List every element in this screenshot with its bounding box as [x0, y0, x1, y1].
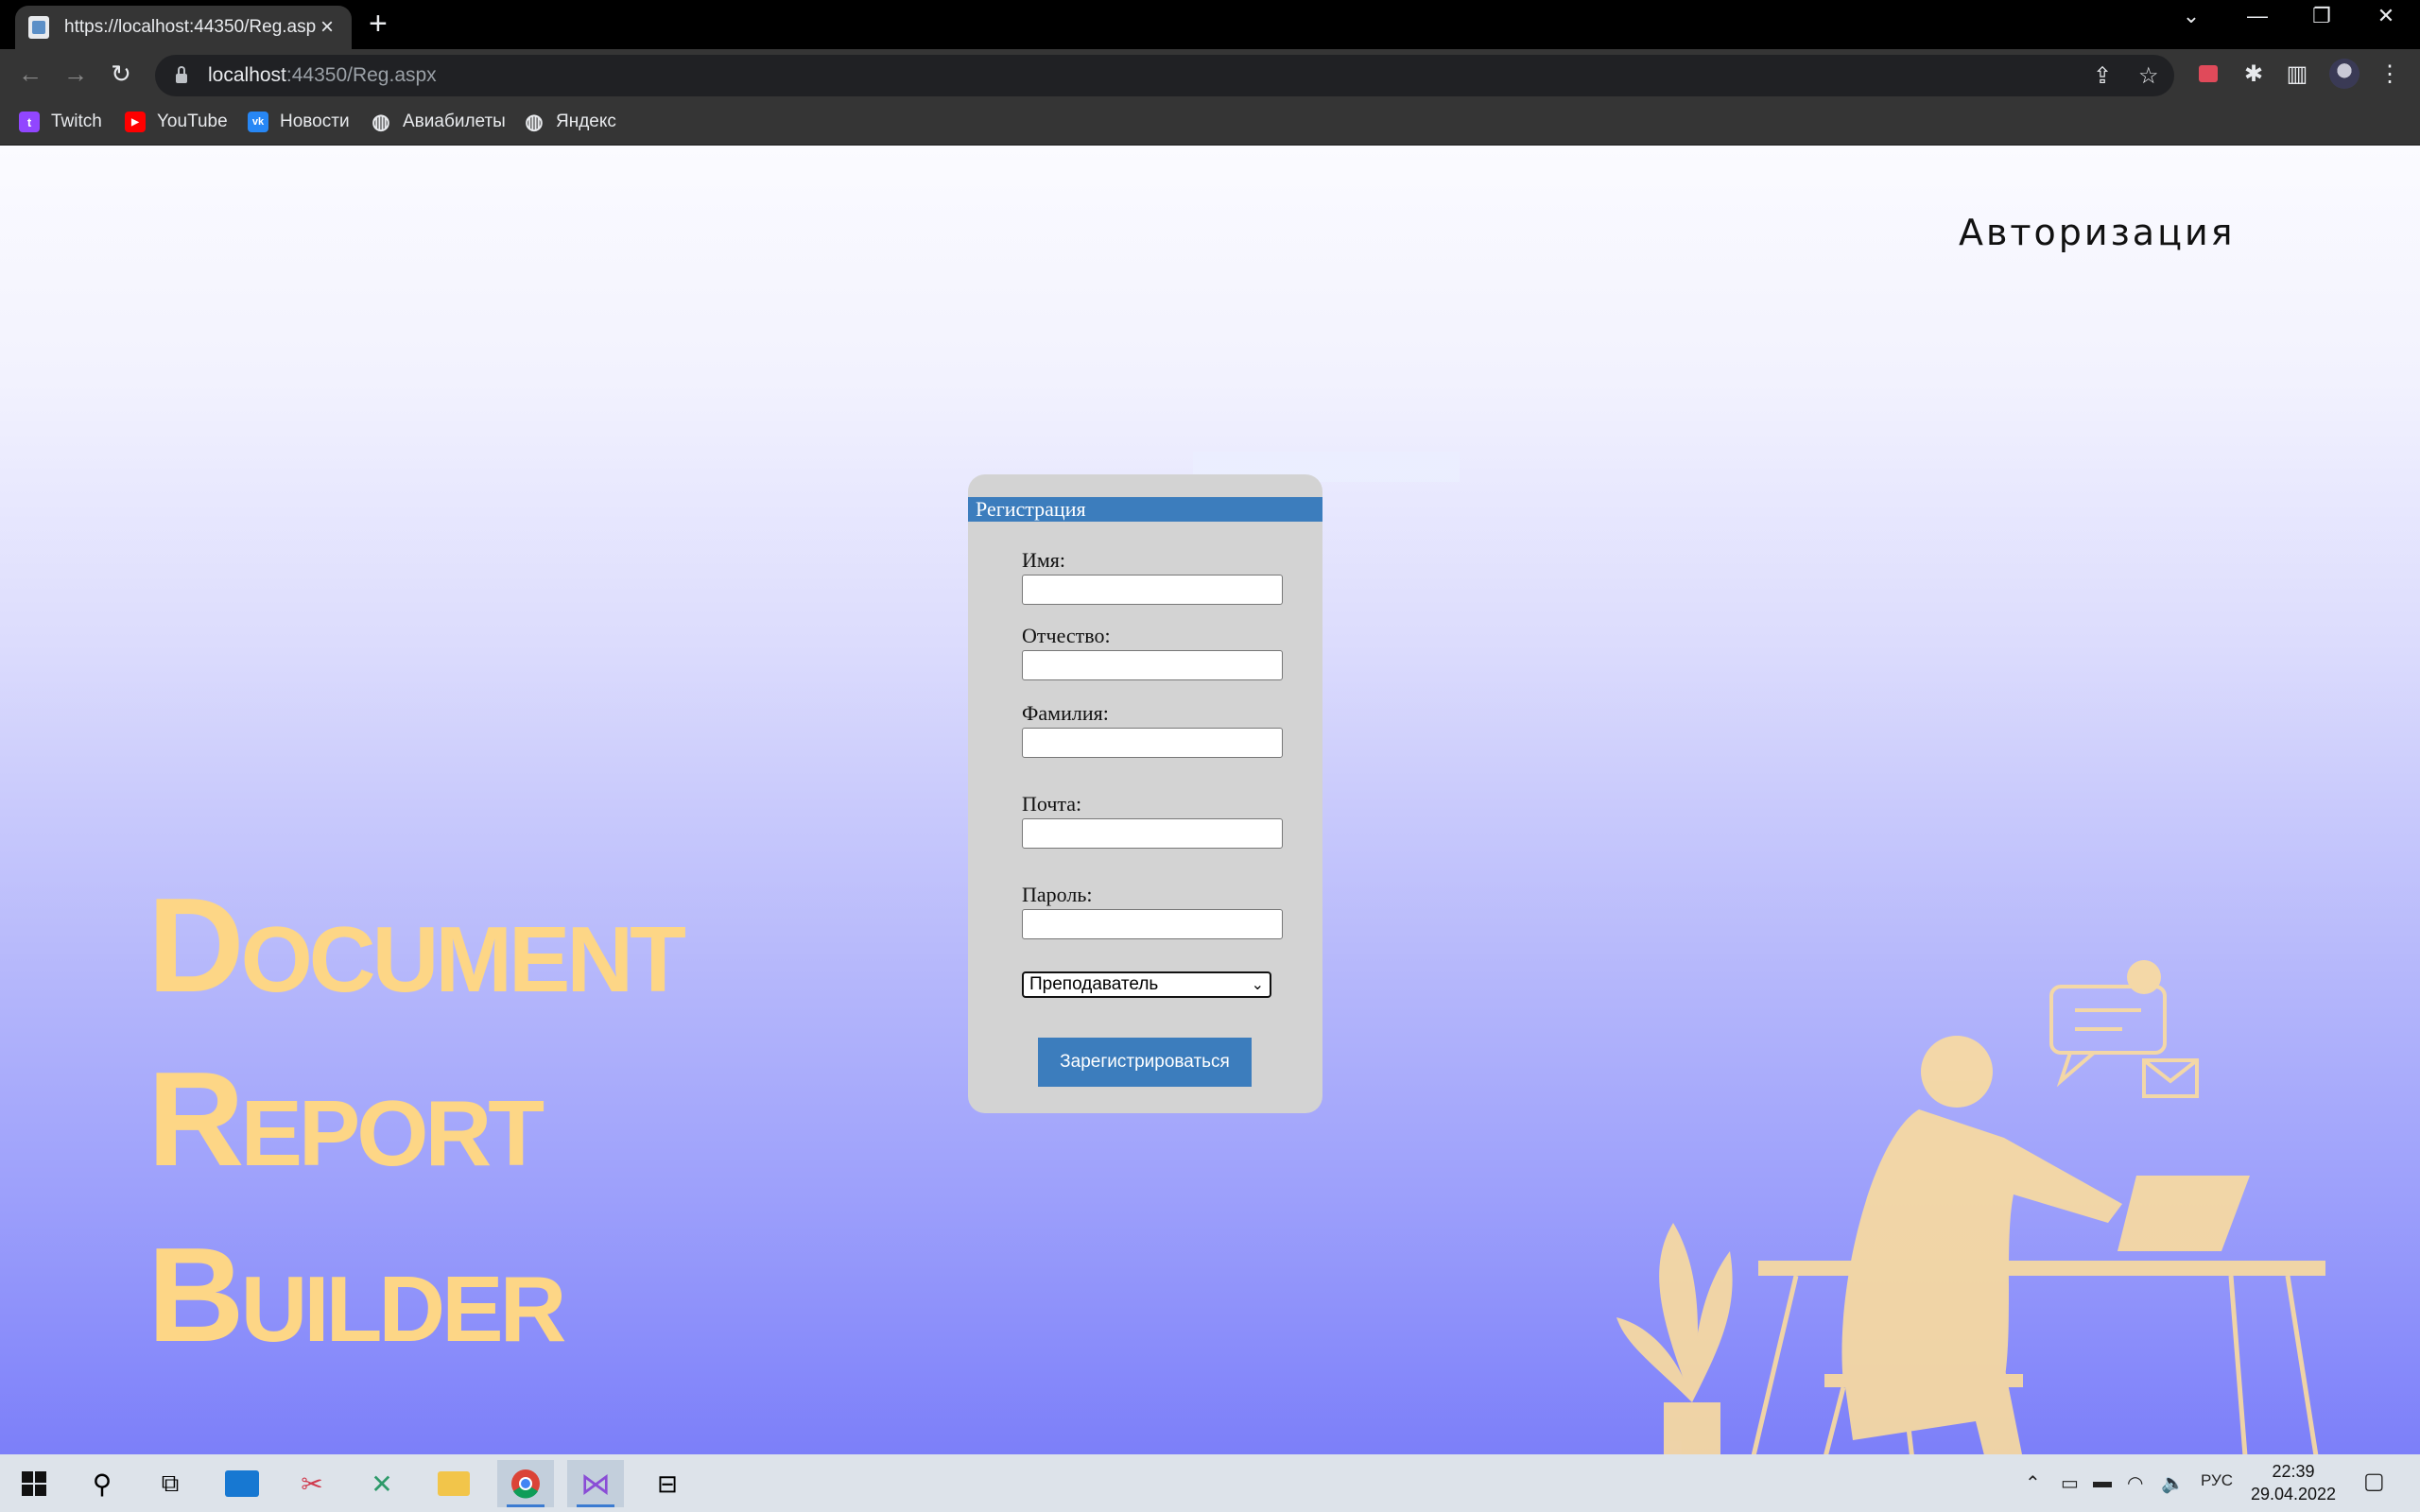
- email-label: Почта:: [1022, 792, 1082, 816]
- clock-time: 22:39: [2272, 1462, 2315, 1481]
- back-button[interactable]: ←: [13, 57, 47, 91]
- minimize-button[interactable]: —: [2238, 4, 2276, 28]
- bookmark-tickets[interactable]: ◍ Авиабилеты: [371, 110, 506, 134]
- password-field[interactable]: [1022, 909, 1283, 939]
- bookmark-yandex[interactable]: ◍ Яндекс: [524, 110, 616, 134]
- restore-button[interactable]: ❐: [2303, 4, 2341, 28]
- page-viewport: Авторизация DOCUMENT REPORT BUILDER Реги…: [0, 146, 2420, 1454]
- address-bar[interactable]: localhost:44350/Reg.aspx ⇪ ☆: [155, 55, 2174, 96]
- remote-app-icon[interactable]: ⊟: [639, 1460, 696, 1507]
- system-clock[interactable]: 22:39 29.04.2022: [2240, 1460, 2346, 1505]
- visual-studio-icon[interactable]: ⋈: [567, 1460, 624, 1507]
- brand-word: EPORT: [240, 1081, 545, 1185]
- plant-pot: [1664, 1402, 1720, 1454]
- bookmark-label: Новости: [280, 112, 350, 131]
- bookmark-label: Яндекс: [556, 112, 616, 131]
- lock-icon: [176, 66, 187, 83]
- bookmark-label: Авиабилеты: [403, 112, 506, 131]
- wifi-icon[interactable]: ◠: [2127, 1471, 2143, 1495]
- chrome-icon[interactable]: [497, 1460, 554, 1507]
- chevron-up-icon[interactable]: ⌃: [2025, 1471, 2041, 1495]
- register-button[interactable]: Зарегистрироваться: [1038, 1038, 1252, 1087]
- page-favicon-icon: [28, 16, 49, 39]
- extensions-puzzle-icon[interactable]: ✱: [2238, 59, 2269, 89]
- first-name-label: Имя:: [1022, 548, 1066, 572]
- brand-word: UILDER: [240, 1257, 567, 1361]
- url-host: localhost: [208, 64, 286, 86]
- close-window-button[interactable]: ✕: [2367, 4, 2405, 28]
- password-label: Пароль:: [1022, 883, 1093, 906]
- bookmarks-bar: t Twitch ▶ YouTube vk Новости ◍ Авиабиле…: [0, 98, 2420, 146]
- windows-start-icon[interactable]: [6, 1460, 62, 1507]
- bookmark-star-icon[interactable]: ☆: [2138, 62, 2159, 90]
- bookmark-twitch[interactable]: t Twitch: [19, 110, 102, 134]
- volume-icon[interactable]: 🔈: [2161, 1471, 2185, 1495]
- search-icon[interactable]: ⚲: [74, 1460, 130, 1507]
- extension-icon[interactable]: [2193, 59, 2223, 89]
- brand-word: OCUMENT: [240, 907, 686, 1011]
- snip-sketch-icon[interactable]: ✂: [284, 1460, 340, 1507]
- quick-assist-icon[interactable]: ✕: [354, 1460, 410, 1507]
- meet-now-icon[interactable]: ▭: [2061, 1471, 2079, 1495]
- menu-kebab-icon[interactable]: ⋮: [2375, 59, 2405, 89]
- email-field[interactable]: [1022, 818, 1283, 849]
- brand-line-1: DOCUMENT: [147, 879, 686, 1013]
- mail-icon[interactable]: [214, 1460, 270, 1507]
- chat-bubble-icon: [2049, 985, 2167, 1055]
- twitch-icon: t: [19, 112, 40, 132]
- language-indicator[interactable]: РУС: [2201, 1471, 2233, 1490]
- tab-title: https://localhost:44350/Reg.aspx: [64, 17, 316, 37]
- vk-icon: vk: [248, 112, 268, 132]
- registration-panel: Регистрация Имя: Отчество: Фамилия: Почт…: [968, 474, 1322, 1113]
- brand-line-2: REPORT: [147, 1053, 545, 1187]
- close-tab-icon[interactable]: ×: [316, 14, 338, 41]
- check-badge-icon: [2127, 960, 2161, 994]
- side-panel-icon[interactable]: ▥: [2282, 59, 2312, 89]
- clock-date: 29.04.2022: [2250, 1485, 2337, 1503]
- patronymic-label: Отчество:: [1022, 624, 1111, 647]
- bookmark-label: YouTube: [157, 112, 228, 131]
- brand-initial: D: [147, 870, 245, 1021]
- file-explorer-icon[interactable]: [425, 1460, 482, 1507]
- notifications-icon[interactable]: ▢: [2363, 1468, 2385, 1495]
- workspace-illustration: [1616, 960, 2325, 1454]
- role-select[interactable]: Преподаватель ⌄: [1022, 971, 1271, 998]
- bookmark-youtube[interactable]: ▶ YouTube: [125, 110, 228, 134]
- registration-title: Регистрация: [968, 497, 1322, 522]
- role-selected-value: Преподаватель: [1029, 974, 1159, 994]
- browser-toolbar: ← → ↻ localhost:44350/Reg.aspx ⇪ ☆ ✱ ▥ ⋮: [0, 49, 2420, 98]
- task-view-icon[interactable]: ⧉: [142, 1460, 199, 1507]
- globe-icon: ◍: [372, 110, 390, 133]
- forward-button[interactable]: →: [59, 57, 93, 91]
- first-name-field[interactable]: [1022, 575, 1283, 605]
- auth-link[interactable]: Авторизация: [1959, 212, 2236, 253]
- last-name-label: Фамилия:: [1022, 701, 1109, 725]
- patronymic-field[interactable]: [1022, 650, 1283, 680]
- new-tab-button[interactable]: +: [369, 8, 388, 40]
- battery-icon[interactable]: ▬: [2093, 1471, 2112, 1493]
- chevron-down-icon: ⌄: [1251, 977, 1264, 993]
- share-icon[interactable]: ⇪: [2093, 62, 2112, 90]
- bookmark-label: Twitch: [51, 112, 102, 131]
- profile-avatar[interactable]: [2329, 59, 2360, 89]
- reload-button[interactable]: ↻: [104, 57, 138, 91]
- last-name-field[interactable]: [1022, 728, 1283, 758]
- youtube-icon: ▶: [125, 112, 146, 132]
- url-path: :44350/Reg.aspx: [285, 64, 437, 86]
- tab-search-icon[interactable]: ⌄: [2172, 4, 2210, 28]
- brand-initial: R: [147, 1044, 245, 1194]
- brand-line-3: BUILDER: [147, 1228, 567, 1363]
- bookmark-news[interactable]: vk Новости: [248, 110, 350, 134]
- globe-icon: ◍: [525, 110, 544, 133]
- taskbar: ⚲ ⧉ ✂ ✕ ⋈ ⊟ ⌃ ▭ ▬ ◠ 🔈 РУС 22:39 29.04.20…: [0, 1454, 2420, 1512]
- brand-initial: B: [147, 1220, 245, 1370]
- browser-tab[interactable]: https://localhost:44350/Reg.aspx ×: [15, 6, 352, 49]
- tab-strip: https://localhost:44350/Reg.aspx × + ⌄ —…: [0, 0, 2420, 49]
